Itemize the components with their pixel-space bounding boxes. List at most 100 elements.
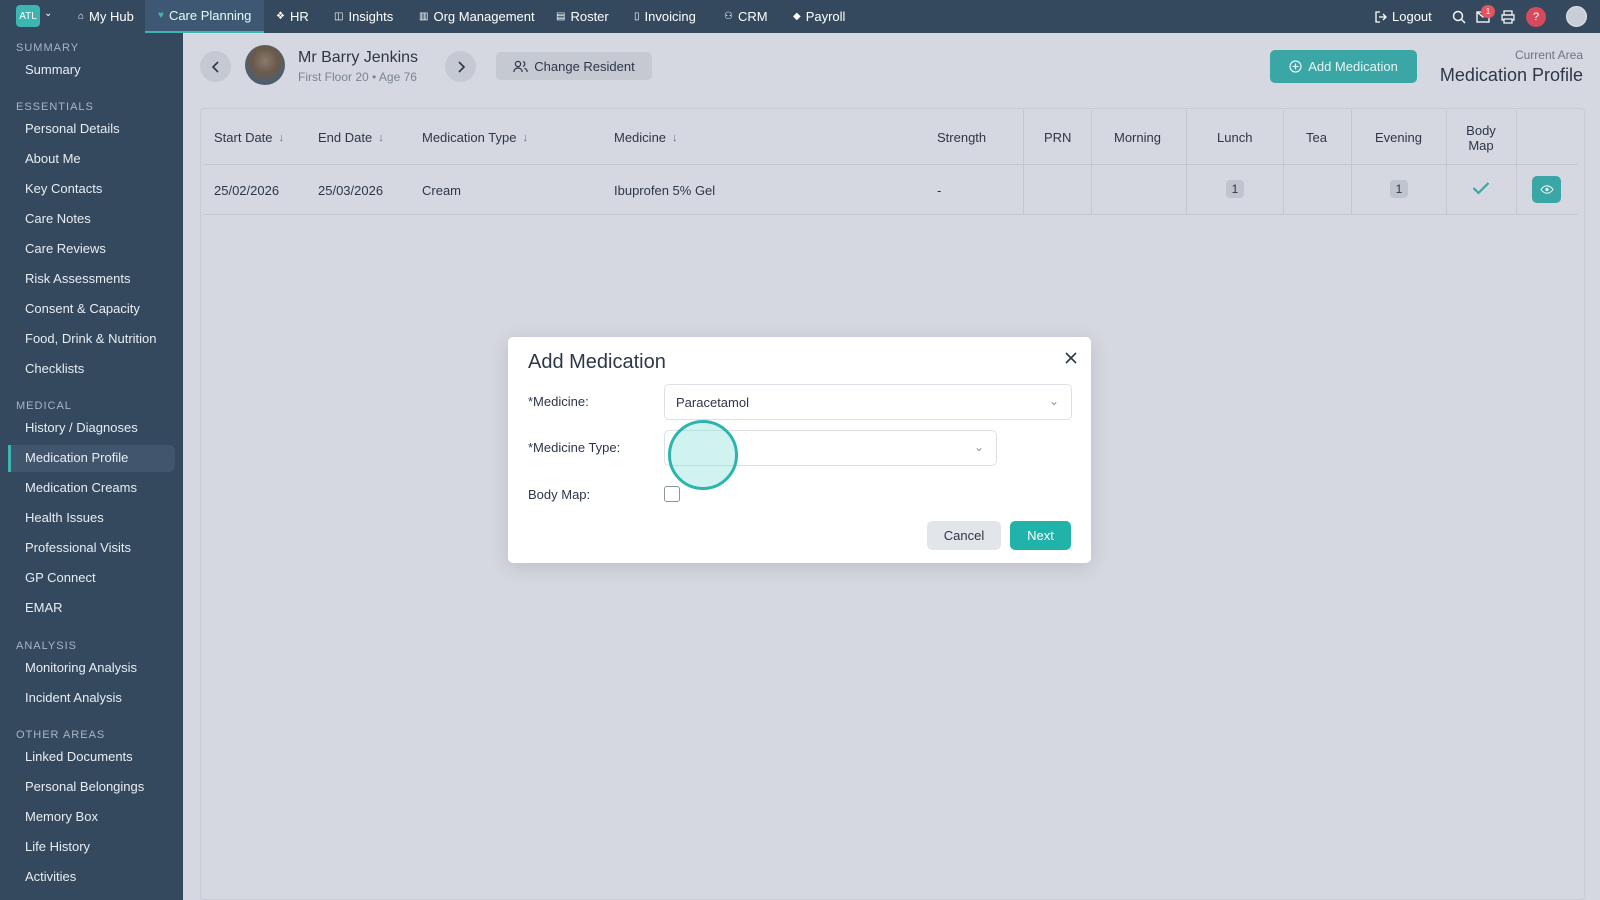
column-header-evening: Evening bbox=[1375, 130, 1422, 145]
medicine-label: *Medicine: bbox=[528, 394, 589, 409]
cancel-button[interactable]: Cancel bbox=[927, 521, 1001, 550]
column-label: Medication Type bbox=[422, 130, 517, 145]
sidebar-item-risk-assessments[interactable]: Risk Assessments bbox=[25, 271, 130, 286]
chevron-down-icon[interactable]: ⌄ bbox=[44, 8, 52, 19]
current-area-label: Current Area bbox=[1514, 48, 1583, 62]
sidebar-item-food-drink-nutrition[interactable]: Food, Drink & Nutrition bbox=[25, 331, 157, 346]
table-header-divider bbox=[203, 164, 1578, 165]
check-icon bbox=[1472, 182, 1490, 195]
column-header-tea: Tea bbox=[1306, 130, 1327, 145]
change-resident-button[interactable]: Change Resident bbox=[496, 52, 652, 80]
sidebar-item-incident-analysis[interactable]: Incident Analysis bbox=[25, 690, 122, 705]
nav-org-management[interactable]: ▥ Org Management bbox=[419, 0, 535, 33]
dialog-title: Add Medication bbox=[528, 351, 666, 373]
column-header-start-date[interactable]: Start Date ↓ bbox=[214, 130, 284, 145]
nav-crm[interactable]: ⚇ CRM bbox=[724, 0, 768, 33]
sidebar-section-medical: MEDICAL bbox=[16, 400, 72, 412]
calendar-icon: ▤ bbox=[556, 11, 566, 22]
sort-arrow-icon: ↓ bbox=[522, 131, 528, 144]
cell-lunch-count: 1 bbox=[1226, 180, 1244, 198]
current-area-title: Medication Profile bbox=[1439, 65, 1583, 85]
sidebar-item-personal-belongings[interactable]: Personal Belongings bbox=[25, 779, 144, 794]
sidebar-section-analysis: ANALYSIS bbox=[16, 640, 77, 652]
column-header-strength: Strength bbox=[937, 130, 986, 145]
nav-care-planning[interactable]: ♥ Care Planning bbox=[145, 0, 265, 33]
help-icon[interactable]: ? bbox=[1526, 7, 1546, 27]
sidebar-item-care-reviews[interactable]: Care Reviews bbox=[25, 241, 106, 256]
sidebar-item-gp-connect[interactable]: GP Connect bbox=[25, 570, 96, 585]
cell-end-date: 25/03/2026 bbox=[318, 183, 384, 198]
column-label: Start Date bbox=[214, 130, 273, 145]
nav-label: Roster bbox=[570, 9, 609, 24]
nav-hr[interactable]: ❖ HR bbox=[276, 0, 309, 33]
eye-icon bbox=[1539, 185, 1554, 194]
nav-invoicing[interactable]: ▯ Invoicing bbox=[634, 0, 696, 33]
column-label: PRN bbox=[1044, 130, 1072, 145]
sort-arrow-icon: ↓ bbox=[672, 131, 678, 144]
sidebar-item-key-contacts[interactable]: Key Contacts bbox=[25, 181, 102, 196]
sidebar-item-emar[interactable]: EMAR bbox=[25, 600, 63, 615]
column-divider bbox=[1516, 110, 1517, 214]
body-map-label: Body Map: bbox=[528, 487, 591, 502]
sort-arrow-icon: ↓ bbox=[378, 131, 384, 144]
sidebar-item-checklists[interactable]: Checklists bbox=[25, 361, 84, 376]
sidebar-item-personal-details[interactable]: Personal Details bbox=[25, 121, 120, 136]
add-medication-button[interactable]: Add Medication bbox=[1270, 50, 1417, 83]
sidebar-item-history-diagnoses[interactable]: History / Diagnoses bbox=[25, 420, 138, 435]
nav-roster[interactable]: ▤ Roster bbox=[556, 0, 609, 33]
logout-label: Logout bbox=[1392, 9, 1432, 24]
separator-dot: • bbox=[372, 70, 379, 84]
sort-arrow-icon: ↓ bbox=[278, 131, 285, 144]
app-logo[interactable]: ATL bbox=[16, 5, 40, 27]
next-button[interactable]: Next bbox=[1010, 521, 1071, 550]
column-header-body-map: Body Map bbox=[1462, 123, 1500, 153]
sidebar-item-linked-documents[interactable]: Linked Documents bbox=[25, 749, 133, 764]
previous-resident-button[interactable] bbox=[200, 51, 231, 82]
sidebar-item-health-issues[interactable]: Health Issues bbox=[25, 510, 104, 525]
column-divider bbox=[1446, 110, 1447, 214]
user-avatar[interactable] bbox=[1566, 6, 1587, 27]
nav-label: Care Planning bbox=[168, 8, 252, 23]
cell-medicine: Ibuprofen 5% Gel bbox=[614, 183, 716, 198]
sidebar-section-essentials: ESSENTIALS bbox=[16, 101, 94, 113]
nav-my-hub[interactable]: ⌂ My Hub bbox=[72, 0, 140, 33]
column-label: Lunch bbox=[1217, 130, 1253, 145]
add-medication-dialog: Add Medication *Medicine: Paracetamol ⌄ … bbox=[508, 337, 1091, 563]
close-icon[interactable] bbox=[1065, 347, 1077, 370]
cell-start-date: 25/02/2026 bbox=[214, 183, 280, 198]
search-icon[interactable] bbox=[1452, 10, 1466, 24]
sidebar-item-activities[interactable]: Activities bbox=[25, 869, 76, 884]
sidebar-item-professional-visits[interactable]: Professional Visits bbox=[25, 540, 131, 555]
diamond-icon: ◆ bbox=[793, 11, 801, 22]
sidebar-item-summary[interactable]: Summary bbox=[25, 62, 81, 77]
chevron-right-icon bbox=[457, 60, 465, 73]
column-header-lunch: Lunch bbox=[1217, 130, 1252, 145]
nav-payroll[interactable]: ◆ Payroll bbox=[793, 0, 845, 33]
logout-button[interactable]: Logout bbox=[1375, 0, 1432, 33]
sidebar-item-memory-box[interactable]: Memory Box bbox=[25, 809, 98, 824]
body-map-checkbox[interactable] bbox=[664, 486, 680, 502]
people-icon: ❖ bbox=[276, 11, 285, 22]
sidebar-item-life-history[interactable]: Life History bbox=[25, 839, 90, 854]
medicine-select[interactable]: Paracetamol ⌄ bbox=[664, 384, 1072, 420]
chevron-down-icon: ⌄ bbox=[973, 440, 984, 454]
sidebar-item-monitoring-analysis[interactable]: Monitoring Analysis bbox=[25, 660, 137, 675]
column-header-medication-type[interactable]: Medication Type ↓ bbox=[422, 130, 528, 145]
sidebar-item-about-me[interactable]: About Me bbox=[25, 151, 81, 166]
sidebar-item-care-notes[interactable]: Care Notes bbox=[25, 211, 91, 226]
resident-photo bbox=[245, 45, 285, 85]
sidebar-item-consent-capacity[interactable]: Consent & Capacity bbox=[25, 301, 140, 316]
print-icon[interactable] bbox=[1501, 10, 1515, 24]
chevron-down-icon: ⌄ bbox=[1048, 394, 1059, 408]
nav-insights[interactable]: ◫ Insights bbox=[334, 0, 393, 33]
resident-name: Mr Barry Jenkins bbox=[298, 49, 419, 66]
view-medication-button[interactable] bbox=[1532, 176, 1561, 203]
next-resident-button[interactable] bbox=[445, 51, 476, 82]
sidebar-item-medication-profile[interactable]: Medication Profile bbox=[25, 450, 128, 465]
column-header-medicine[interactable]: Medicine ↓ bbox=[614, 130, 678, 145]
table-row-divider bbox=[203, 214, 1578, 215]
cell-strength: - bbox=[937, 183, 942, 198]
column-header-end-date[interactable]: End Date ↓ bbox=[318, 130, 384, 145]
sidebar-item-medication-creams[interactable]: Medication Creams bbox=[25, 480, 137, 495]
column-divider bbox=[1186, 110, 1187, 214]
